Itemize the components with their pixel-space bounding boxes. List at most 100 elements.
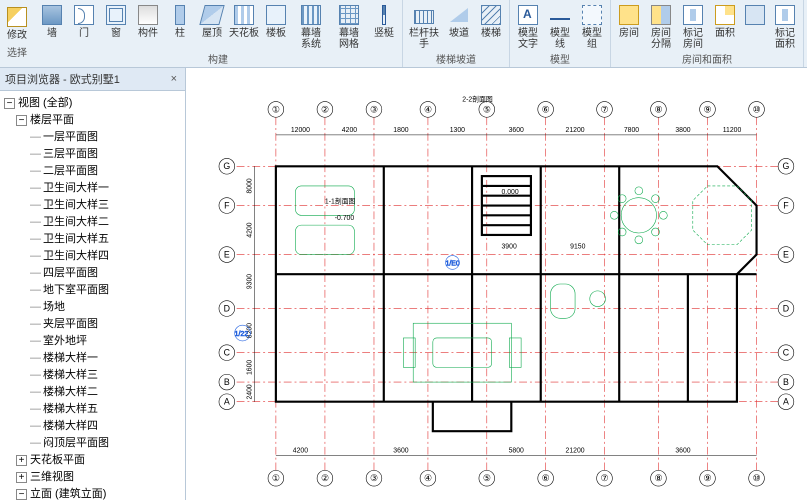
lbl: 标记 房间: [683, 28, 703, 50]
mullion-icon: [382, 5, 386, 25]
area-icon: [715, 5, 735, 25]
svg-text:C: C: [224, 348, 231, 358]
tree-plan-item[interactable]: —楼梯大样四: [2, 418, 183, 435]
door-icon: [74, 5, 94, 25]
window-icon: [106, 5, 126, 25]
svg-text:A: A: [224, 397, 230, 407]
lbl: 竖梃: [374, 28, 394, 39]
tool-room-sep[interactable]: 房间 分隔: [646, 2, 676, 50]
tree-ceiling-plans[interactable]: +天花板平面: [2, 452, 183, 469]
collapse-icon[interactable]: −: [16, 115, 27, 126]
modify-tool[interactable]: 修改: [2, 4, 32, 41]
tool-area[interactable]: 面积: [710, 2, 740, 50]
tree-plan-item[interactable]: —地下室平面图: [2, 282, 183, 299]
svg-text:1300: 1300: [450, 127, 465, 134]
svg-text:⑧: ⑧: [654, 473, 662, 483]
tool-curtain-grid[interactable]: 幕墙 网格: [331, 2, 367, 50]
tool-model-group[interactable]: 模型 组: [577, 2, 607, 50]
tree-plan-item[interactable]: —室外地坪: [2, 333, 183, 350]
tree-plan-item[interactable]: —卫生间大样一: [2, 180, 183, 197]
railing-icon: [414, 10, 434, 24]
tool-model-line[interactable]: 模型 线: [545, 2, 575, 50]
collapse-icon[interactable]: −: [16, 489, 27, 500]
dim-b: 9150: [570, 244, 585, 251]
roof-icon: [199, 5, 224, 25]
tool-column[interactable]: 柱: [165, 2, 195, 50]
browser-title: 项目浏览器 - 欧式别墅1: [5, 71, 120, 87]
svg-text:③: ③: [370, 473, 378, 483]
tool-wall[interactable]: 墙: [37, 2, 67, 50]
tool-door[interactable]: 门: [69, 2, 99, 50]
tree-plan-item[interactable]: —楼梯大样二: [2, 384, 183, 401]
area-bound-icon: [745, 5, 765, 25]
group-build: 墙 门 窗 构件 柱 屋顶 天花板 楼板 幕墙 系统 幕墙 网格 竖梃 构建: [34, 0, 403, 67]
tree-plan-item[interactable]: —卫生间大样三: [2, 197, 183, 214]
tool-ceiling[interactable]: 天花板: [229, 2, 259, 50]
svg-text:A: A: [783, 397, 789, 407]
svg-text:⑤: ⑤: [483, 473, 491, 483]
tool-roof[interactable]: 屋顶: [197, 2, 227, 50]
svg-text:⑥: ⑥: [542, 473, 550, 483]
tool-tag-room[interactable]: 标记 房间: [678, 2, 708, 50]
tree-plan-item[interactable]: —一层平面图: [2, 129, 183, 146]
svg-text:8000: 8000: [246, 178, 253, 193]
group-model: 模型 文字 模型 线 模型 组 模型: [510, 0, 611, 67]
floor-plan[interactable]: ①①②②③③④④⑤⑤⑥⑥⑦⑦⑧⑧⑨⑨⑩⑩ GGFFEEDDCCBBAA 1200…: [206, 78, 797, 490]
tool-floor[interactable]: 楼板: [261, 2, 291, 50]
svg-text:⑧: ⑧: [654, 104, 662, 114]
tree-plan-item[interactable]: —夹层平面图: [2, 316, 183, 333]
svg-text:G: G: [783, 161, 790, 171]
room-sep-icon: [651, 5, 671, 25]
tree-plan-item[interactable]: —楼梯大样五: [2, 401, 183, 418]
tool-model-text[interactable]: 模型 文字: [513, 2, 543, 50]
lbl: 栏杆扶手: [406, 28, 442, 50]
expand-icon[interactable]: +: [16, 455, 27, 466]
tool-mullion[interactable]: 竖梃: [369, 2, 399, 50]
tool-component[interactable]: 构件: [133, 2, 163, 50]
tree-plan-item[interactable]: —四层平面图: [2, 265, 183, 282]
svg-text:1600: 1600: [246, 360, 253, 375]
drawing-canvas[interactable]: ①①②②③③④④⑤⑤⑥⑥⑦⑦⑧⑧⑨⑨⑩⑩ GGFFEEDDCCBBAA 1200…: [186, 68, 807, 500]
tree-plan-item[interactable]: —卫生间大样二: [2, 214, 183, 231]
tree-floor-plans[interactable]: −楼层平面: [2, 112, 183, 129]
svg-text:12000: 12000: [291, 127, 310, 134]
browser-title-bar[interactable]: 项目浏览器 - 欧式别墅1 ×: [0, 68, 185, 91]
elev-hdr: 立面 (建筑立面): [30, 488, 106, 500]
tree-plan-item[interactable]: —闷顶层平面图: [2, 435, 183, 452]
tool-ramp[interactable]: 坡道: [444, 2, 474, 50]
lbl: 屋顶: [202, 28, 222, 39]
lbl: 坡道: [449, 28, 469, 39]
svg-text:21200: 21200: [566, 448, 585, 455]
browser-tree[interactable]: −视图 (全部) −楼层平面 —一层平面图—三层平面图—二层平面图—卫生间大样一…: [0, 91, 185, 500]
tree-root[interactable]: −视图 (全部): [2, 95, 183, 112]
tool-railing[interactable]: 栏杆扶手: [406, 2, 442, 50]
ribbon-left: 修改 选择: [0, 0, 34, 67]
tree-3d-views[interactable]: +三维视图: [2, 469, 183, 486]
project-browser: 项目浏览器 - 欧式别墅1 × −视图 (全部) −楼层平面 —一层平面图—三层…: [0, 68, 186, 500]
tool-tag-area[interactable]: 标记 面积: [770, 2, 800, 50]
tool-room[interactable]: 房间: [614, 2, 644, 50]
tool-window[interactable]: 窗: [101, 2, 131, 50]
tool-stair[interactable]: 楼梯: [476, 2, 506, 50]
svg-text:⑤: ⑤: [483, 104, 491, 114]
tree-plan-item[interactable]: —三层平面图: [2, 146, 183, 163]
tree-plan-item[interactable]: —楼梯大样一: [2, 350, 183, 367]
svg-text:2400: 2400: [246, 384, 253, 399]
close-icon[interactable]: ×: [168, 73, 180, 85]
svg-text:5800: 5800: [509, 448, 524, 455]
expand-icon[interactable]: +: [16, 472, 27, 483]
tree-plan-item[interactable]: —卫生间大样五: [2, 231, 183, 248]
tree-elevations[interactable]: −立面 (建筑立面): [2, 486, 183, 500]
svg-text:D: D: [224, 303, 230, 313]
tree-plan-item[interactable]: —楼梯大样三: [2, 367, 183, 384]
tool-area-bound[interactable]: [742, 2, 768, 50]
collapse-icon[interactable]: −: [4, 98, 15, 109]
wall-icon: [42, 5, 62, 25]
stair-icon: [481, 5, 501, 25]
tree-plan-item[interactable]: —二层平面图: [2, 163, 183, 180]
tree-plan-item[interactable]: —场地: [2, 299, 183, 316]
svg-text:4200: 4200: [293, 448, 308, 455]
modify-icon: [7, 7, 27, 27]
tool-curtain-system[interactable]: 幕墙 系统: [293, 2, 329, 50]
tree-plan-item[interactable]: —卫生间大样四: [2, 248, 183, 265]
